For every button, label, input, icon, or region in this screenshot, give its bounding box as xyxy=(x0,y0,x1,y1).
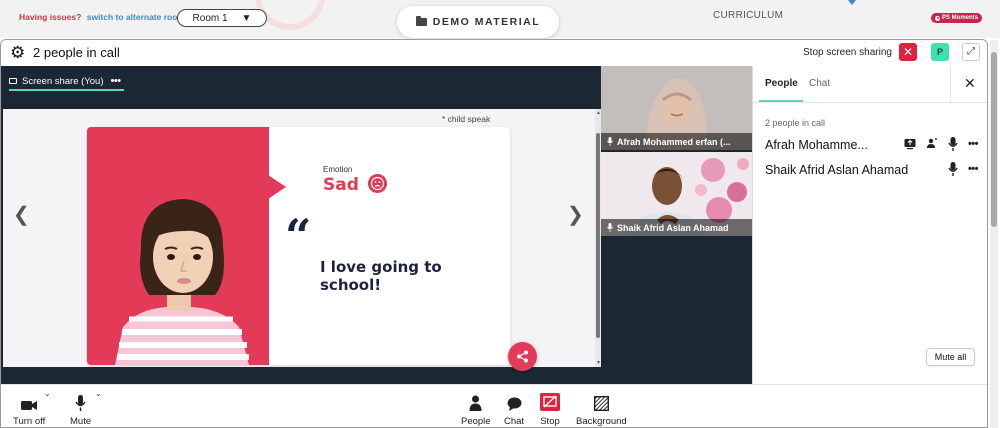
having-issues-text: Having issues? xyxy=(19,12,82,22)
tile-participant-name: Shaik Afrid Aslan Ahamad xyxy=(617,222,729,233)
room-select-value: Room 1 xyxy=(192,12,228,24)
people-in-call-title: 2 people in call xyxy=(33,45,120,60)
share-icon[interactable] xyxy=(508,342,537,371)
top-strip: Having issues? switch to alternate room … xyxy=(0,0,1000,38)
stop-screen-sharing-button[interactable]: ✕ xyxy=(899,43,917,61)
screen-share-tab-label: Screen share (You) xyxy=(22,75,104,87)
avatar[interactable]: P xyxy=(931,43,949,61)
turn-off-camera-button[interactable]: Turn off xyxy=(13,393,45,427)
mute-label: Mute xyxy=(70,416,92,427)
child-speak-note: * child speak xyxy=(442,114,491,124)
close-icon[interactable]: ✕ xyxy=(964,75,976,92)
mic-icon xyxy=(75,393,86,411)
stop-share-button[interactable]: Stop xyxy=(540,393,560,427)
more-options-icon[interactable]: ••• xyxy=(111,75,122,87)
tab-screen-share[interactable]: Screen share (You) ••• xyxy=(9,71,121,91)
chevron-down-icon[interactable]: ⌄ xyxy=(44,389,51,398)
video-tile[interactable]: Afrah Mohammed erfan (... xyxy=(601,66,752,150)
screen-share-icon[interactable] xyxy=(904,138,916,150)
people-button[interactable]: People xyxy=(461,393,491,427)
previous-slide-icon[interactable]: ❮ xyxy=(13,202,30,227)
call-frame: ⚙ 2 people in call Stop screen sharing ✕… xyxy=(0,39,988,428)
mic-icon[interactable] xyxy=(948,162,958,176)
tile-participant-name: Afrah Mohammed erfan (... xyxy=(617,136,731,147)
slide-notch xyxy=(268,175,286,199)
chat-label: Chat xyxy=(504,416,525,427)
emotion-label: Emotion xyxy=(323,165,353,174)
record-dot-icon xyxy=(935,15,940,21)
room-select[interactable]: Room 1 ▼ xyxy=(177,9,267,27)
call-header: ⚙ 2 people in call Stop screen sharing ✕… xyxy=(1,40,987,66)
turn-off-label: Turn off xyxy=(13,416,46,427)
demo-material-button[interactable]: DEMO MATERIAL xyxy=(397,6,559,38)
mic-icon xyxy=(607,137,613,146)
curriculum-link[interactable]: CURRICULUM xyxy=(713,10,783,21)
active-tab-underline xyxy=(759,100,803,102)
panel-tabs: People Chat ✕ xyxy=(753,66,987,103)
camera-icon xyxy=(21,393,38,411)
next-slide-icon[interactable]: ❯ xyxy=(567,202,584,227)
video-column: Afrah Mohammed erfan (... Shaik Afrid As… xyxy=(601,66,752,384)
list-item: Shaik Afrid Aslan Ahamad ••• xyxy=(765,161,980,179)
chat-button[interactable]: Chat xyxy=(504,393,524,427)
stop-screen-sharing-label: Stop screen sharing xyxy=(803,47,892,58)
caret-down-icon: ▼ xyxy=(241,12,252,24)
people-icon xyxy=(469,393,482,411)
sad-face-icon xyxy=(368,174,387,193)
mic-icon[interactable] xyxy=(948,137,958,151)
mute-all-button[interactable]: Mute all xyxy=(926,348,975,366)
demo-material-label: DEMO MATERIAL xyxy=(432,16,541,28)
slide-quote: I love going to school! xyxy=(320,258,442,294)
people-panel: People Chat ✕ 2 people in call Afrah Moh… xyxy=(752,66,987,384)
tile-name-bar: Shaik Afrid Aslan Ahamad xyxy=(601,219,752,236)
people-label: People xyxy=(461,416,491,427)
person-actions: ••• xyxy=(904,137,979,151)
emotion-value: Sad xyxy=(323,175,359,195)
bottom-toolbar: Turn off ⌄ Mute ⌄ People Chat Stop Backg… xyxy=(1,384,987,427)
switch-alternate-room-link[interactable]: switch to alternate room xyxy=(87,12,185,22)
tab-people[interactable]: People xyxy=(765,78,798,89)
person-actions: ••• xyxy=(948,162,979,176)
decorative-triangle xyxy=(848,0,856,5)
stop-label: Stop xyxy=(540,416,560,427)
ps-moments-badge[interactable]: PS Moments xyxy=(931,13,983,23)
list-item: Afrah Mohamme... ••• xyxy=(765,136,980,154)
folder-icon xyxy=(415,16,427,26)
person-name: Afrah Mohamme... xyxy=(765,138,868,152)
quote-icon: “ xyxy=(285,209,312,263)
child-photo xyxy=(115,199,249,365)
person-name: Shaik Afrid Aslan Ahamad xyxy=(765,163,909,177)
panel-divider xyxy=(950,66,951,103)
tile-name-bar: Afrah Mohammed erfan (... xyxy=(601,133,752,150)
gear-icon[interactable]: ⚙ xyxy=(10,44,26,61)
stop-share-icon xyxy=(540,393,560,411)
panel-people-count: 2 people in call xyxy=(765,118,826,128)
mute-button[interactable]: Mute xyxy=(70,393,91,427)
monitor-icon xyxy=(9,78,17,84)
chevron-down-icon[interactable]: ⌄ xyxy=(95,389,102,398)
more-options-icon[interactable]: ••• xyxy=(968,163,979,175)
spotlight-user-icon[interactable] xyxy=(926,138,938,150)
having-issues-banner: Having issues? switch to alternate room xyxy=(19,12,185,22)
active-tab-underline xyxy=(9,89,124,91)
background-icon xyxy=(593,393,609,411)
mic-icon xyxy=(607,223,613,232)
more-options-icon[interactable]: ••• xyxy=(968,138,979,150)
background-button[interactable]: Background xyxy=(576,393,627,427)
slide-scrollbar-thumb[interactable] xyxy=(596,133,600,338)
expand-icon[interactable]: ⤢ xyxy=(962,43,980,61)
background-label: Background xyxy=(576,416,627,427)
slide-card: Emotion Sad “ I love going to school! xyxy=(87,127,510,365)
page-scrollbar-thumb[interactable] xyxy=(991,52,997,227)
video-tile[interactable]: Shaik Afrid Aslan Ahamad xyxy=(601,152,752,236)
chat-icon xyxy=(507,393,522,411)
tab-chat[interactable]: Chat xyxy=(809,78,830,89)
ps-moments-label: PS Moments xyxy=(942,15,979,21)
